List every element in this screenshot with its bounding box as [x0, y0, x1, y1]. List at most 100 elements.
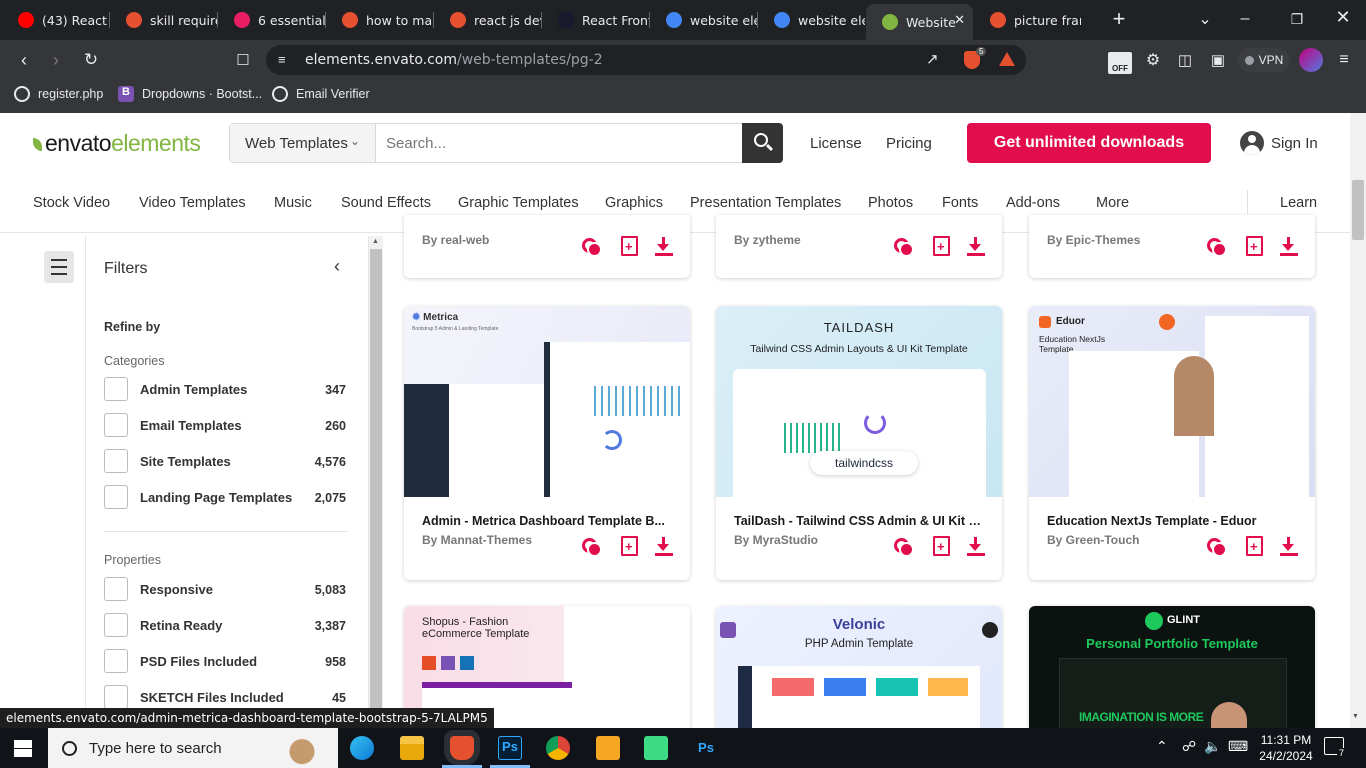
extensions-icon[interactable]: ⚙	[1142, 48, 1164, 72]
card-title[interactable]: TailDash - Tailwind CSS Admin & UI Kit T…	[734, 514, 984, 528]
card-author[interactable]: By Green-Touch	[1047, 533, 1139, 547]
browser-tab[interactable]: website elen	[758, 4, 865, 36]
media-player-icon[interactable]	[596, 736, 620, 760]
filter-checkbox[interactable]	[104, 377, 128, 401]
download-icon[interactable]	[652, 235, 676, 259]
preview-icon[interactable]	[1205, 535, 1229, 559]
brave-icon[interactable]	[450, 736, 474, 760]
browser-tab[interactable]: React Front	[542, 4, 649, 36]
bookmark-icon[interactable]: ☐	[231, 48, 255, 72]
file-explorer-icon[interactable]	[400, 736, 424, 760]
nav-link-more[interactable]: More	[1096, 195, 1129, 211]
preview-icon[interactable]	[892, 535, 916, 559]
sidebar-scrollbar-thumb[interactable]	[370, 249, 382, 728]
card-thumbnail[interactable]: ✹ Metrica Bootstrap 5 Admin & Landing Te…	[404, 306, 690, 497]
download-icon[interactable]	[964, 235, 988, 259]
filter-checkbox[interactable]	[104, 577, 128, 601]
filter-checkbox[interactable]	[104, 413, 128, 437]
tab-search-icon[interactable]: ⌄	[1192, 6, 1218, 32]
bookmark-register[interactable]: register.php	[14, 86, 103, 102]
bookmark-email-verifier[interactable]: Email Verifier	[272, 86, 370, 102]
profile-avatar[interactable]	[1299, 48, 1323, 72]
preview-icon[interactable]	[580, 235, 604, 259]
photoshop-icon-2[interactable]: Ps	[694, 736, 718, 760]
nav-link-stock-video[interactable]: Stock Video	[33, 195, 110, 211]
edge-icon[interactable]	[350, 736, 374, 760]
browser-tab[interactable]: Website ✕	[866, 4, 973, 40]
filter-checkbox[interactable]	[104, 449, 128, 473]
close-window-icon[interactable]: ✕	[1330, 4, 1356, 30]
add-to-collection-icon[interactable]: +	[1243, 535, 1267, 559]
search-category-select[interactable]: Web Templates ⌄	[230, 124, 376, 162]
filter-label[interactable]: SKETCH Files Included	[140, 690, 284, 705]
learn-link[interactable]: Learn	[1280, 195, 1317, 211]
nav-link-sound-effects[interactable]: Sound Effects	[341, 195, 431, 211]
chrome-icon[interactable]	[546, 736, 570, 760]
filter-label[interactable]: Retina Ready	[140, 618, 222, 633]
filter-checkbox[interactable]	[104, 649, 128, 673]
nav-link-presentation-templates[interactable]: Presentation Templates	[690, 195, 841, 211]
filter-checkbox[interactable]	[104, 613, 128, 637]
filter-label[interactable]: Site Templates	[140, 454, 231, 469]
add-to-collection-icon[interactable]: +	[930, 235, 954, 259]
get-unlimited-downloads-button[interactable]: Get unlimited downloads	[967, 123, 1211, 163]
filter-checkbox[interactable]	[104, 685, 128, 709]
add-to-collection-icon[interactable]: +	[618, 235, 642, 259]
collapse-filters-icon[interactable]: ‹	[334, 256, 340, 277]
taskbar-search[interactable]: Type here to search	[48, 728, 338, 768]
photoshop-icon[interactable]: Ps	[498, 736, 522, 760]
extension-off-icon[interactable]: OFF	[1108, 52, 1132, 74]
template-card[interactable]: By real-web +	[404, 215, 690, 278]
template-card-metrica[interactable]: ✹ Metrica Bootstrap 5 Admin & Landing Te…	[404, 306, 690, 580]
card-title[interactable]: Admin - Metrica Dashboard Template B...	[422, 514, 672, 528]
template-card[interactable]: By Epic-Themes +	[1029, 215, 1315, 278]
page-scrollbar[interactable]	[1350, 113, 1366, 728]
scroll-down-icon[interactable]: ▼	[1352, 713, 1359, 720]
clock-date[interactable]: 24/2/2024	[1254, 749, 1318, 763]
filter-label[interactable]: PSD Files Included	[140, 654, 257, 669]
search-input[interactable]	[377, 124, 741, 162]
nav-link-add-ons[interactable]: Add-ons	[1006, 195, 1060, 211]
browser-tab[interactable]: picture fram	[974, 4, 1081, 36]
add-to-collection-icon[interactable]: +	[618, 535, 642, 559]
brave-rewards-icon[interactable]	[999, 52, 1015, 66]
vpn-button[interactable]: VPN	[1238, 48, 1290, 72]
menu-icon[interactable]: ≡	[1333, 48, 1355, 72]
start-button[interactable]	[14, 740, 32, 757]
nav-link-fonts[interactable]: Fonts	[942, 195, 978, 211]
download-icon[interactable]	[1277, 235, 1301, 259]
reload-icon[interactable]: ↻	[79, 48, 103, 72]
card-author[interactable]: By real-web	[422, 233, 489, 247]
nav-link-graphics[interactable]: Graphics	[605, 195, 663, 211]
filter-checkbox[interactable]	[104, 485, 128, 509]
nav-link-graphic-templates[interactable]: Graphic Templates	[458, 195, 579, 211]
nav-link-video-templates[interactable]: Video Templates	[139, 195, 246, 211]
browser-tab[interactable]: website elen	[650, 4, 757, 36]
preview-icon[interactable]	[892, 235, 916, 259]
nav-link-photos[interactable]: Photos	[868, 195, 913, 211]
add-to-collection-icon[interactable]: +	[930, 535, 954, 559]
keyboard-icon[interactable]: ⌨	[1228, 738, 1248, 755]
back-icon[interactable]: ‹	[12, 48, 36, 72]
browser-tab[interactable]: how to mak	[326, 4, 433, 36]
card-thumbnail[interactable]: Velonic PHP Admin Template	[716, 606, 1002, 728]
browser-tab[interactable]: react js deve	[434, 4, 541, 36]
card-thumbnail[interactable]: Eduor Education NextJs Template	[1029, 306, 1315, 497]
android-studio-icon[interactable]	[644, 736, 668, 760]
filter-label[interactable]: Email Templates	[140, 418, 242, 433]
site-info-icon[interactable]: ≡	[278, 52, 286, 67]
card-thumbnail[interactable]: GLINT Personal Portfolio Template IMAGIN…	[1029, 606, 1315, 728]
template-card-eduor[interactable]: Eduor Education NextJs Template Educatio…	[1029, 306, 1315, 580]
filter-toggle-button[interactable]	[44, 251, 74, 283]
wallet-icon[interactable]: ▣	[1207, 48, 1229, 72]
card-author[interactable]: By MyraStudio	[734, 533, 818, 547]
browser-tab[interactable]: 6 essential s	[218, 4, 325, 36]
forward-icon[interactable]: ›	[44, 48, 68, 72]
clock-time[interactable]: 11:31 PM	[1258, 733, 1314, 747]
download-icon[interactable]	[652, 535, 676, 559]
browser-tab[interactable]: skill require	[110, 4, 217, 36]
template-card-glint[interactable]: GLINT Personal Portfolio Template IMAGIN…	[1029, 606, 1315, 728]
sidebar-icon[interactable]: ◫	[1174, 48, 1196, 72]
minimize-icon[interactable]: –	[1232, 6, 1258, 32]
browser-tab[interactable]: (43) React C	[2, 4, 109, 36]
